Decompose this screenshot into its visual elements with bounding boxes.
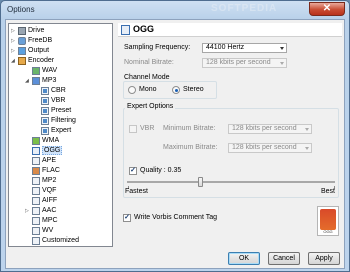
tree-item-mp2[interactable]: MP2 <box>25 176 56 186</box>
tree-item-wma[interactable]: WMA <box>25 136 59 146</box>
database-icon <box>18 37 26 45</box>
best-label: Best <box>321 188 336 195</box>
write-vorbis-comment-label: Write Vorbis Comment Tag <box>134 214 217 221</box>
window-title: Options <box>7 5 35 14</box>
tree-item-cbr[interactable]: CBR <box>41 86 66 96</box>
quality-checkbox[interactable]: ✓ <box>129 167 137 175</box>
maximum-bitrate-label: Maximum Bitrate: <box>163 144 218 151</box>
minimum-bitrate-select[interactable]: 128 kbits per second <box>228 124 312 134</box>
flac-icon <box>32 167 40 175</box>
options-window: Options SOFTPEDIA ✕ ▷ Drive ▷ FreeDB ▷ Outp… <box>0 0 350 272</box>
maximum-bitrate-select[interactable]: 128 kbits per second <box>228 143 312 153</box>
tree-item-ogg[interactable]: OGG <box>25 146 63 156</box>
output-icon <box>18 47 26 55</box>
tree-item-vqf[interactable]: VQF <box>25 186 56 196</box>
sampling-frequency-label: Sampling Frequency: <box>124 44 191 51</box>
tree-item-freedb[interactable]: ▷ FreeDB <box>11 36 52 46</box>
panel-header: OGG <box>118 23 342 37</box>
quality-slider-thumb[interactable] <box>197 177 203 187</box>
customized-icon <box>32 237 40 245</box>
stereo-radio[interactable] <box>172 86 180 94</box>
tree-item-wv[interactable]: WV <box>25 226 53 236</box>
title-bar: Options SOFTPEDIA ✕ <box>1 1 349 19</box>
write-vorbis-comment-checkbox[interactable]: ✓ <box>123 214 131 222</box>
tree-item-customized[interactable]: Customized <box>25 236 79 246</box>
mp2-icon <box>32 177 40 185</box>
mono-radio[interactable] <box>128 86 136 94</box>
chevron-down-icon <box>280 62 284 65</box>
mono-label: Mono <box>139 86 157 93</box>
nominal-bitrate-label: Nominal Bitrate: <box>124 59 174 66</box>
tree-item-preset[interactable]: Preset <box>41 106 71 116</box>
options-tree: ▷ Drive ▷ FreeDB ▷ Output ◢ Encoder WAV ◢ MP3… <box>8 23 113 247</box>
encoder-icon <box>18 57 26 65</box>
fastest-label: Fastest <box>125 188 148 195</box>
drive-icon <box>18 27 26 35</box>
stereo-label: Stereo <box>183 86 204 93</box>
tree-item-expert[interactable]: Expert <box>41 126 71 136</box>
aiff-icon <box>32 197 40 205</box>
document-icon <box>41 97 49 105</box>
tree-item-aiff[interactable]: AIFF <box>25 196 57 206</box>
document-icon <box>41 107 49 115</box>
vbr-label: VBR <box>140 125 155 132</box>
vbr-checkbox[interactable] <box>129 125 137 133</box>
tree-item-vbr[interactable]: VBR <box>41 96 65 106</box>
close-button[interactable]: ✕ <box>309 2 345 16</box>
tree-item-mp3[interactable]: ◢ MP3 <box>25 76 56 86</box>
chevron-down-icon <box>305 128 309 131</box>
channel-mode-title: Channel Mode <box>124 74 170 81</box>
tree-item-aac[interactable]: ▷ AAC <box>25 206 56 216</box>
document-icon <box>41 127 49 135</box>
dialog-client: ▷ Drive ▷ FreeDB ▷ Output ◢ Encoder WAV ◢ MP3… <box>5 19 345 269</box>
quality-label: Quality : 0.35 <box>140 167 182 174</box>
aac-icon <box>32 207 40 215</box>
tree-item-wav[interactable]: WAV <box>25 66 57 76</box>
ogg-logo-icon <box>320 209 336 230</box>
document-icon <box>41 117 49 125</box>
vqf-icon <box>32 187 40 195</box>
nominal-bitrate-select[interactable]: 128 kbits per second <box>202 58 287 68</box>
wv-icon <box>32 227 40 235</box>
tree-item-flac[interactable]: FLAC <box>25 166 60 176</box>
tree-item-mpc[interactable]: MPC <box>25 216 58 226</box>
expert-options-title: Expert Options <box>125 103 176 110</box>
document-icon <box>41 87 49 95</box>
ogg-logo-preview: OGG <box>317 206 339 236</box>
ogg-icon <box>121 25 130 35</box>
watermark: SOFTPEDIA <box>211 3 278 14</box>
quality-slider[interactable] <box>127 181 335 183</box>
chevron-down-icon <box>305 147 309 150</box>
mpc-icon <box>32 217 40 225</box>
cancel-button[interactable]: Cancel <box>268 252 300 265</box>
tree-item-encoder[interactable]: ◢ Encoder <box>11 56 54 66</box>
tree-item-ape[interactable]: APE <box>25 156 56 166</box>
mp3-icon <box>32 77 40 85</box>
wav-icon <box>32 67 40 75</box>
minimum-bitrate-label: Minimum Bitrate: <box>163 125 216 132</box>
ogg-icon <box>32 147 40 155</box>
ape-icon <box>32 157 40 165</box>
tree-item-filtering[interactable]: Filtering <box>41 116 76 126</box>
expert-options-group <box>123 108 339 198</box>
ok-button[interactable]: OK <box>228 252 260 265</box>
panel-title: OGG <box>133 24 155 34</box>
sampling-frequency-select[interactable]: 44100 Hertz <box>202 43 287 53</box>
tree-item-output[interactable]: ▷ Output <box>11 46 49 56</box>
tree-item-drive[interactable]: ▷ Drive <box>11 26 44 36</box>
chevron-down-icon <box>280 47 284 50</box>
wma-icon <box>32 137 40 145</box>
apply-button[interactable]: Apply <box>308 252 340 265</box>
